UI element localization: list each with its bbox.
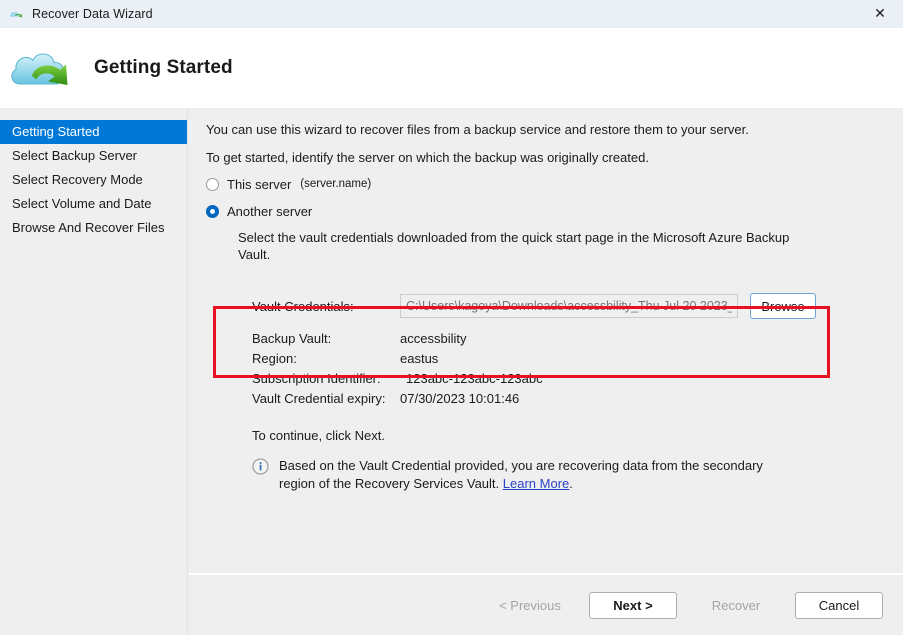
secondary-region-note-text: Based on the Vault Credential provided, … [279,457,779,493]
wizard-steps-sidebar: Getting Started Select Backup Server Sel… [0,108,188,635]
radio-another-server[interactable]: Another server [206,201,903,221]
cloud-recovery-icon [9,6,25,22]
page-title: Getting Started [94,57,233,78]
browse-button[interactable]: Browse [750,293,816,319]
another-server-section: Another server Select the vault credenti… [206,201,903,378]
sidebar-item-getting-started[interactable]: Getting Started [0,120,187,144]
window-title: Recover Data Wizard [32,7,153,21]
sidebar-item-browse-and-recover-files[interactable]: Browse And Recover Files [0,216,187,240]
expiry-label: Vault Credential expiry: [252,391,386,406]
main-content: You can use this wizard to recover files… [189,108,903,572]
note-trailing: . [569,476,573,491]
wizard-footer: < Previous Next > Recover Cancel [189,573,903,635]
radio-this-server-indicator [206,177,219,191]
secondary-region-note: Based on the Vault Credential provided, … [252,457,903,493]
continue-text: To continue, click Next. [252,428,385,443]
info-icon [252,458,269,475]
subscription-label: Subscription Identifier: [252,371,381,386]
radio-another-server-indicator [206,204,219,218]
vault-credentials-label: Vault Credentials: [252,298,354,314]
title-bar: Recover Data Wizard ✕ [0,0,903,28]
intro-text: You can use this wizard to recover files… [206,122,749,137]
backup-vault-row: Backup Vault: accessbility [252,331,903,346]
next-button[interactable]: Next > [589,591,677,619]
another-server-description: Select the vault credentials downloaded … [238,230,790,262]
vault-credentials-input[interactable] [400,294,738,318]
instruction-text: To get started, identify the server on w… [206,150,649,165]
subscription-value: 123abc-123abc-123abc [406,371,543,386]
vault-credentials-row: Vault Credentials: Browse [252,293,903,319]
recover-data-wizard-window: Recover Data Wizard ✕ Getting Started Ge… [0,0,903,635]
page-header: Getting Started [0,28,903,108]
region-label: Region: [252,351,297,366]
cancel-button[interactable]: Cancel [795,591,883,619]
recover-button[interactable]: Recover [692,591,780,619]
cloud-arrow-logo [8,40,80,96]
close-icon[interactable]: ✕ [857,0,903,28]
sidebar-item-select-recovery-mode[interactable]: Select Recovery Mode [0,168,187,192]
backup-vault-label: Backup Vault: [252,331,332,346]
backup-vault-value: accessbility [400,331,467,346]
previous-button[interactable]: < Previous [486,591,574,619]
region-value: eastus [400,351,439,366]
radio-this-server-label: This server [227,176,292,192]
sidebar-item-select-backup-server[interactable]: Select Backup Server [0,144,187,168]
expiry-value: 07/30/2023 10:01:46 [400,391,520,406]
this-server-name: (server.name) [300,178,372,190]
radio-another-server-label: Another server [227,203,313,219]
vault-details: Vault Credentials: Browse Backup Vault: … [252,293,903,406]
region-row: Region: eastus [252,351,903,366]
radio-this-server[interactable]: This server (server.name) [206,174,903,194]
learn-more-link[interactable]: Learn More [503,476,569,491]
expiry-row: Vault Credential expiry: 07/30/2023 10:0… [252,391,903,406]
sidebar-item-select-volume-and-date[interactable]: Select Volume and Date [0,192,187,216]
subscription-row: Subscription Identifier: 123abc-123abc-1… [252,371,903,386]
